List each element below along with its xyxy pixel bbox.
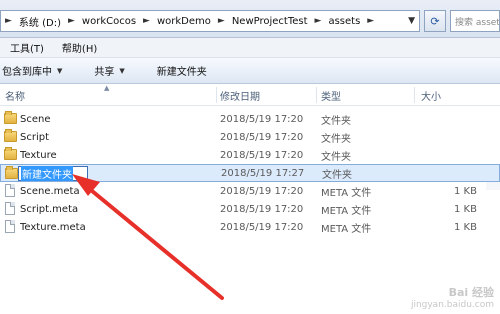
file-date: 2018/5/19 17:20 — [220, 203, 304, 215]
file-name: Script — [20, 131, 50, 143]
file-type: 文件夹 — [322, 169, 352, 181]
file-date: 2018/5/19 17:27 — [221, 167, 305, 179]
list-item[interactable]: Scene.meta 2018/5/19 17:20 META 文件 1 KB — [0, 182, 500, 200]
list-item[interactable]: Texture.meta 2018/5/19 17:20 META 文件 1 K… — [0, 218, 500, 236]
list-item[interactable]: Script 2018/5/19 17:20 文件夹 — [0, 128, 500, 146]
menu-tools[interactable]: 工具(T) — [0, 40, 52, 55]
column-divider[interactable] — [216, 87, 217, 103]
file-name: Scene — [20, 113, 51, 125]
column-divider[interactable] — [316, 87, 317, 103]
column-headers: ▲ 名称 修改日期 类型 大小 — [0, 84, 500, 190]
address-dropdown-icon[interactable]: ▼ — [408, 16, 415, 26]
file-date: 2018/5/19 17:20 — [220, 131, 304, 143]
file-size: 1 KB — [454, 185, 477, 197]
menu-help[interactable]: 帮助(H) — [52, 40, 105, 55]
file-date: 2018/5/19 17:20 — [220, 185, 304, 197]
breadcrumb-separator-icon[interactable]: ► — [64, 16, 79, 26]
file-date: 2018/5/19 17:20 — [220, 221, 304, 233]
column-type[interactable]: 类型 — [321, 84, 341, 106]
search-placeholder: 搜索 assets — [455, 17, 500, 28]
new-folder-label: 新建文件夹 — [156, 67, 207, 78]
watermark-brand: Bai 经验 — [448, 286, 494, 299]
sort-ascending-icon: ▲ — [104, 84, 110, 92]
breadcrumb-separator-icon[interactable]: ► — [311, 16, 326, 26]
file-type: 文件夹 — [321, 133, 351, 145]
new-folder-button[interactable]: 新建文件夹 — [155, 63, 217, 78]
file-name: Script.meta — [20, 203, 79, 215]
column-size[interactable]: 大小 — [421, 84, 441, 106]
rename-text: 新建文件夹 — [21, 166, 73, 181]
refresh-button[interactable]: ⟳ — [424, 10, 446, 32]
list-item[interactable]: Texture 2018/5/19 17:20 文件夹 — [0, 146, 500, 164]
file-name: Texture — [20, 149, 57, 161]
chevron-down-icon: ▼ — [57, 66, 63, 75]
file-type: META 文件 — [321, 187, 372, 199]
file-list: Scene 2018/5/19 17:20 文件夹 Script 2018/5/… — [0, 110, 500, 236]
address-bar-area: ► 系统 (D:) ► workCocos ► workDemo ► NewPr… — [0, 0, 500, 38]
include-in-library-button[interactable]: 包含到库中 ▼ — [0, 63, 72, 79]
breadcrumb[interactable]: ► 系统 (D:) ► workCocos ► workDemo ► NewPr… — [0, 10, 420, 32]
menu-bar: 工具(T) 帮助(H) — [0, 38, 500, 58]
file-size: 1 KB — [454, 221, 477, 233]
share-button[interactable]: 共享 ▼ — [92, 63, 134, 79]
list-item[interactable]: Scene 2018/5/19 17:20 文件夹 — [0, 110, 500, 128]
search-input[interactable]: 搜索 assets — [450, 10, 500, 32]
folder-icon — [4, 147, 17, 161]
breadcrumb-newprojecttest[interactable]: NewProjectTest — [229, 11, 311, 31]
breadcrumb-separator-icon[interactable]: ► — [1, 16, 16, 26]
file-name: Scene.meta — [20, 185, 80, 197]
list-item[interactable]: Script.meta 2018/5/19 17:20 META 文件 1 KB — [0, 200, 500, 218]
folder-icon — [4, 111, 17, 125]
include-in-library-label: 包含到库中 — [2, 67, 52, 78]
file-type: META 文件 — [321, 205, 372, 217]
file-size: 1 KB — [454, 203, 477, 215]
share-label: 共享 — [94, 67, 115, 78]
breadcrumb-separator-icon[interactable]: ► — [214, 16, 229, 26]
file-date: 2018/5/19 17:20 — [220, 149, 304, 161]
breadcrumb-separator-icon[interactable]: ► — [139, 16, 154, 26]
breadcrumb-separator-icon[interactable]: ► — [363, 16, 378, 26]
command-bar: 包含到库中 ▼ 共享 ▼ 新建文件夹 — [0, 58, 500, 84]
watermark: Bai 经验 jingyan.baidu.com — [411, 284, 494, 310]
file-date: 2018/5/19 17:20 — [220, 113, 304, 125]
breadcrumb-drive[interactable]: 系统 (D:) — [16, 11, 64, 31]
breadcrumb-workcocos[interactable]: workCocos — [79, 11, 139, 31]
file-type: 文件夹 — [321, 115, 351, 127]
file-name: Texture.meta — [20, 221, 86, 233]
column-name[interactable]: 名称 — [5, 84, 25, 106]
file-icon — [4, 184, 17, 197]
list-item-renaming[interactable]: 新建文件夹 2018/5/19 17:27 文件夹 — [0, 164, 500, 182]
folder-icon — [4, 129, 17, 143]
folder-icon — [5, 166, 18, 180]
file-type: META 文件 — [321, 223, 372, 235]
file-icon — [4, 220, 17, 233]
refresh-icon: ⟳ — [430, 14, 440, 28]
rename-input[interactable]: 新建文件夹 — [18, 166, 88, 181]
file-type: 文件夹 — [321, 151, 351, 163]
breadcrumb-workdemo[interactable]: workDemo — [154, 11, 214, 31]
watermark-url: jingyan.baidu.com — [410, 300, 494, 310]
column-date[interactable]: 修改日期 — [220, 84, 260, 106]
column-divider[interactable] — [414, 87, 415, 103]
breadcrumb-assets[interactable]: assets — [325, 11, 363, 31]
file-icon — [4, 202, 17, 215]
chevron-down-icon: ▼ — [119, 66, 125, 75]
